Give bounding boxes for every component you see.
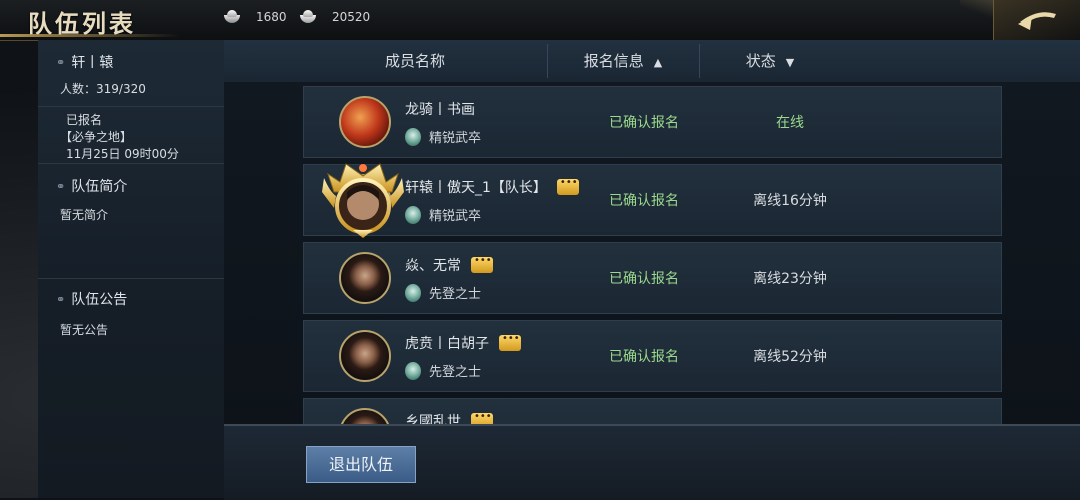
currency-value: 1680 xyxy=(256,10,287,24)
chat-bubble-icon[interactable] xyxy=(471,411,493,424)
avatar xyxy=(339,252,391,304)
quit-team-button[interactable]: 退出队伍 xyxy=(306,446,416,483)
bottom-action-bar: 退出队伍 xyxy=(224,424,1080,500)
return-arrow-icon xyxy=(1018,12,1056,30)
currency-silver-1: 1680 xyxy=(222,10,287,24)
column-header-signup-label: 报名信息 xyxy=(583,52,644,70)
avatar xyxy=(339,330,391,382)
member-name-row: 焱、无常 xyxy=(405,255,493,275)
currency-silver-2: 20520 xyxy=(298,10,370,24)
member-status: 在线 xyxy=(776,115,804,131)
member-name: 虎贲丨白胡子 xyxy=(405,336,489,352)
team-header-section: ⚭ 轩丨辕 人数：319/320 xyxy=(38,40,224,107)
chat-bubble-icon[interactable] xyxy=(499,333,521,351)
title-decoration xyxy=(0,34,180,37)
link-icon: ⚭ xyxy=(56,292,66,306)
notice-title-row: ⚭ 队伍公告 xyxy=(38,279,224,309)
signup-info: 已确认报名 xyxy=(609,271,679,287)
member-name-row: 轩辕丨傲天_1【队长】 xyxy=(405,177,579,197)
column-header-name: 成员名称 xyxy=(384,52,445,70)
link-icon: ⚭ xyxy=(56,179,66,193)
link-icon: ⚭ xyxy=(56,55,66,69)
notice-text: 暂无公告 xyxy=(60,323,109,337)
member-list-header: 成员名称 报名信息 ▲ 状态 ▼ xyxy=(224,40,1080,83)
rank-icon xyxy=(405,283,421,302)
member-name: 乡國乱世 xyxy=(405,414,461,424)
column-header-status[interactable]: 状态 ▼ xyxy=(700,40,840,82)
signup-info: 已确认报名 xyxy=(609,193,679,209)
intro-text: 暂无简介 xyxy=(60,208,109,222)
silver-ingot-icon xyxy=(222,10,242,24)
sort-down-icon: ▼ xyxy=(785,56,795,69)
intro-section: ⚭ 队伍简介 暂无简介 xyxy=(38,164,224,279)
member-list[interactable]: 龙骑丨书画 精锐武卒 已确认报名 在线 轩辕丨傲天_1【队长】 精锐武卒 已确认… xyxy=(224,82,1080,424)
member-name-row: 龙骑丨书画 xyxy=(405,99,475,119)
column-header-status-label: 状态 xyxy=(745,52,776,70)
rank-icon xyxy=(405,205,421,224)
member-status: 离线23分钟 xyxy=(753,271,827,287)
member-row[interactable]: 乡國乱世 xyxy=(303,398,1002,424)
silver-ingot-icon xyxy=(298,10,318,24)
signup-info: 已确认报名 xyxy=(609,349,679,365)
rank-icon xyxy=(405,361,421,380)
member-name: 轩辕丨傲天_1【队长】 xyxy=(405,180,547,196)
signup-event: 【必争之地】 xyxy=(60,130,133,144)
team-info-panel: ⚭ 轩丨辕 人数：319/320 已报名 【必争之地】 11月25日 09时00… xyxy=(38,40,225,498)
team-name-row: ⚭ 轩丨辕 xyxy=(38,40,224,72)
member-rank-row: 精锐武卒 xyxy=(405,205,481,224)
top-bar: 队伍列表 1680 20520 xyxy=(0,0,1080,41)
member-count: 人数：319/320 xyxy=(60,82,146,96)
signup-info: 已确认报名 xyxy=(609,115,679,131)
member-rank: 先登之士 xyxy=(429,287,482,302)
member-row[interactable]: 焱、无常 先登之士 已确认报名 离线23分钟 xyxy=(303,242,1002,314)
member-status: 离线52分钟 xyxy=(753,349,827,365)
member-row[interactable]: 轩辕丨傲天_1【队长】 精锐武卒 已确认报名 离线16分钟 xyxy=(303,164,1002,236)
member-row[interactable]: 龙骑丨书画 精锐武卒 已确认报名 在线 xyxy=(303,86,1002,158)
rank-icon xyxy=(405,127,421,146)
captain-crown-frame-icon xyxy=(322,163,404,238)
member-rank: 先登之士 xyxy=(429,365,482,380)
chat-bubble-icon[interactable] xyxy=(471,255,493,273)
member-rank-row: 先登之士 xyxy=(405,361,481,380)
signup-time: 11月25日 09时00分 xyxy=(66,147,179,161)
notice-section: ⚭ 队伍公告 暂无公告 xyxy=(38,279,224,419)
team-name: 轩丨辕 xyxy=(71,55,114,71)
avatar xyxy=(339,408,391,424)
column-header-signup[interactable]: 报名信息 ▲ xyxy=(548,40,698,82)
back-button[interactable] xyxy=(993,0,1080,40)
member-rank: 精锐武卒 xyxy=(429,131,482,146)
member-name-row: 乡國乱世 xyxy=(405,411,493,424)
notice-title: 队伍公告 xyxy=(71,292,128,308)
member-name: 龙骑丨书画 xyxy=(405,102,475,118)
chat-bubble-icon[interactable] xyxy=(556,177,579,195)
member-status: 离线16分钟 xyxy=(753,193,827,209)
sort-up-icon: ▲ xyxy=(653,56,663,69)
signup-status: 已报名 xyxy=(66,113,103,127)
member-rank-row: 先登之士 xyxy=(405,283,481,302)
member-rank: 精锐武卒 xyxy=(429,209,482,224)
signup-section: 已报名 【必争之地】 11月25日 09时00分 xyxy=(38,107,224,164)
member-rank-row: 精锐武卒 xyxy=(405,127,481,146)
member-name-row: 虎贲丨白胡子 xyxy=(405,333,521,353)
member-row[interactable]: 虎贲丨白胡子 先登之士 已确认报名 离线52分钟 xyxy=(303,320,1002,392)
intro-title: 队伍简介 xyxy=(71,179,128,195)
currency-value: 20520 xyxy=(332,10,371,24)
member-name: 焱、无常 xyxy=(405,258,461,274)
avatar xyxy=(339,96,391,148)
intro-title-row: ⚭ 队伍简介 xyxy=(38,164,224,196)
